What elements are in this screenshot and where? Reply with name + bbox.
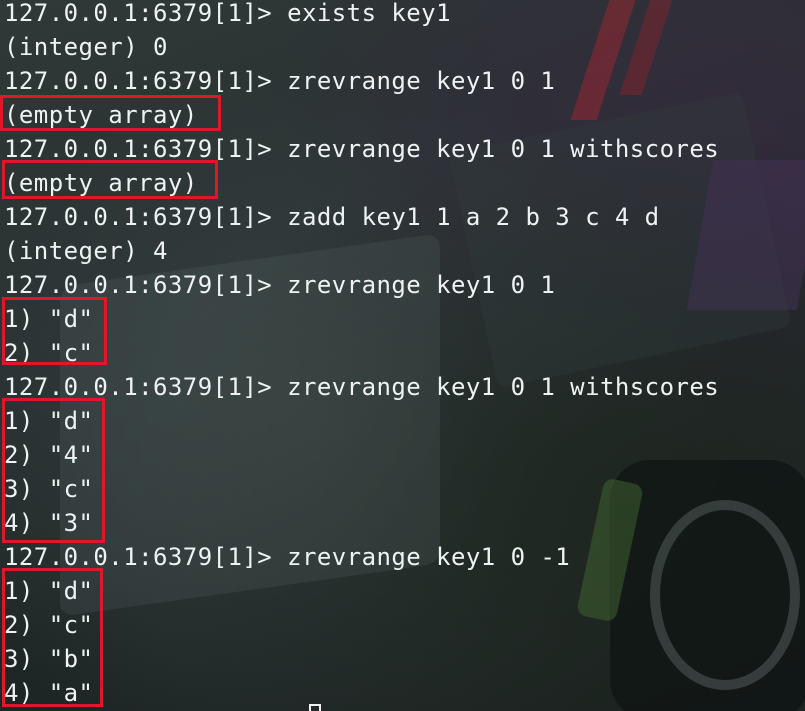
command-line: 127.0.0.1:6379[1]> zrevrange key1 0 1 xyxy=(4,67,556,95)
output-line: 3) "b" xyxy=(4,645,94,673)
command-line: 127.0.0.1:6379[1]> zrevrange key1 0 1 wi… xyxy=(4,373,720,401)
terminal-output: 127.0.0.1:6379[1]> exists key1 (integer)… xyxy=(4,0,719,711)
terminal-window[interactable]: 127.0.0.1:6379[1]> exists key1 (integer)… xyxy=(0,0,805,711)
command-line: 127.0.0.1:6379[1]> exists key1 xyxy=(4,0,451,27)
output-line: 2) "c" xyxy=(4,339,94,367)
command-line: 127.0.0.1:6379[1]> zrevrange key1 0 -1 xyxy=(4,543,571,571)
output-line: (empty array) xyxy=(4,169,198,197)
output-line: 1) "d" xyxy=(4,577,94,605)
output-line: 2) "c" xyxy=(4,611,94,639)
output-line: 1) "d" xyxy=(4,305,94,333)
output-line: 4) "a" xyxy=(4,679,94,707)
output-line: 2) "4" xyxy=(4,441,94,469)
output-line: (integer) 0 xyxy=(4,33,168,61)
output-line: 4) "3" xyxy=(4,509,94,537)
command-line: 127.0.0.1:6379[1]> zrevrange key1 0 1 xyxy=(4,271,556,299)
output-line: (integer) 4 xyxy=(4,237,168,265)
command-line: 127.0.0.1:6379[1]> zrevrange key1 0 1 wi… xyxy=(4,135,720,163)
output-line: (empty array) xyxy=(4,101,198,129)
output-line: 1) "d" xyxy=(4,407,94,435)
command-line: 127.0.0.1:6379[1]> zadd key1 1 a 2 b 3 c… xyxy=(4,203,660,231)
output-line: 3) "c" xyxy=(4,475,94,503)
terminal-cursor xyxy=(309,704,321,711)
